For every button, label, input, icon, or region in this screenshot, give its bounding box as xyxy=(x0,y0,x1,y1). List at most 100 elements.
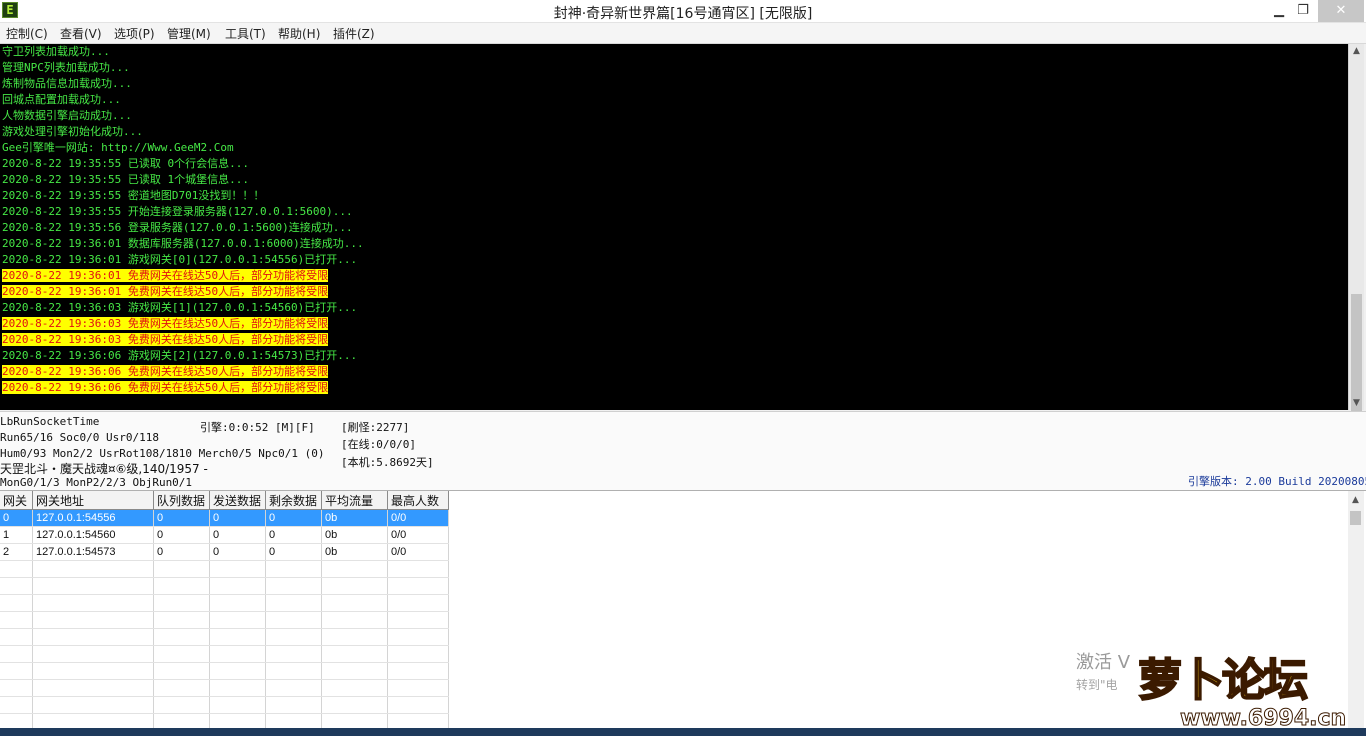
empty-cell xyxy=(153,577,210,595)
empty-cell xyxy=(209,628,266,646)
table-cell: 127.0.0.1:54556 xyxy=(32,509,154,527)
table-cell: 0b xyxy=(321,543,388,561)
log-warning-line: 2020-8-22 19:36:06 免费网关在线达50人后，部分功能将受限 xyxy=(0,364,1348,380)
empty-cell xyxy=(0,594,33,612)
empty-cell xyxy=(209,696,266,714)
empty-row xyxy=(0,594,449,612)
log-line: 游戏处理引擎初始化成功... xyxy=(0,124,1348,140)
empty-cell xyxy=(153,679,210,697)
empty-row xyxy=(0,611,449,629)
table-cell: 0 xyxy=(265,526,322,544)
empty-cell xyxy=(0,645,33,663)
log-line: 2020-8-22 19:35:56 登录服务器(127.0.0.1:5600)… xyxy=(0,220,1348,236)
empty-cell xyxy=(321,611,388,629)
table-cell: 0/0 xyxy=(387,509,449,527)
log-line: 2020-8-22 19:35:55 开始连接登录服务器(127.0.0.1:5… xyxy=(0,204,1348,220)
col-max-users[interactable]: 最高人数 xyxy=(387,491,449,510)
empty-cell xyxy=(387,577,449,595)
menu-plugins[interactable]: 插件(Z) xyxy=(333,25,375,42)
empty-cell xyxy=(0,679,33,697)
table-cell: 0b xyxy=(321,509,388,527)
col-sent[interactable]: 发送数据 xyxy=(209,491,266,510)
log-line: 2020-8-22 19:36:01 数据库服务器(127.0.0.1:6000… xyxy=(0,236,1348,252)
taskbar xyxy=(0,728,1366,736)
table-cell: 0 xyxy=(153,509,210,527)
empty-cell xyxy=(153,696,210,714)
online-count: [在线:0/0/0] xyxy=(341,438,416,451)
table-cell: 0 xyxy=(153,543,210,561)
title-bar: E 封神·奇异新世界篇[16号通宵区] [无限版] ▁ ❐ ✕ xyxy=(0,0,1366,23)
empty-cell xyxy=(321,577,388,595)
empty-cell xyxy=(153,560,210,578)
table-header: 网关 网关地址 队列数据 发送数据 剩余数据 平均流量 最高人数 xyxy=(0,491,449,510)
log-line: 2020-8-22 19:36:03 游戏网关[1](127.0.0.1:545… xyxy=(0,300,1348,316)
col-gateway[interactable]: 网关 xyxy=(0,491,33,510)
table-row[interactable]: 0 127.0.0.1:54556 0 0 0 0b 0/0 xyxy=(0,509,449,527)
empty-cell xyxy=(153,594,210,612)
log-warning-line: 2020-8-22 19:36:01 免费网关在线达50人后，部分功能将受限 xyxy=(0,284,1348,300)
log-text: 2020-8-22 19:36:03 游戏网关[1](127.0.0.1:545… xyxy=(2,301,358,314)
table-scroll-up-icon[interactable]: ▲ xyxy=(1348,493,1363,507)
empty-cell xyxy=(153,645,210,663)
empty-cell xyxy=(387,560,449,578)
log-text: Gee引擎唯一网站: http://Www.GeeM2.Com xyxy=(2,141,234,154)
col-avg-traffic[interactable]: 平均流量 xyxy=(321,491,388,510)
table-scroll-thumb[interactable] xyxy=(1350,511,1361,525)
empty-cell xyxy=(387,594,449,612)
log-line: 人物数据引擎启动成功... xyxy=(0,108,1348,124)
log-line: 2020-8-22 19:35:55 密道地图D701没找到！！！ xyxy=(0,188,1348,204)
table-cell: 127.0.0.1:54560 xyxy=(32,526,154,544)
menu-options[interactable]: 选项(P) xyxy=(114,25,155,42)
menu-help[interactable]: 帮助(H) xyxy=(278,25,320,42)
table-cell: 0b xyxy=(321,526,388,544)
menu-view[interactable]: 查看(V) xyxy=(60,25,102,42)
scroll-up-icon[interactable]: ▲ xyxy=(1349,44,1364,58)
log-line: 2020-8-22 19:35:55 已读取 1个城堡信息... xyxy=(0,172,1348,188)
log-text: 2020-8-22 19:36:01 数据库服务器(127.0.0.1:6000… xyxy=(2,237,364,250)
empty-cell xyxy=(387,696,449,714)
log-line: 管理NPC列表加载成功... xyxy=(0,60,1348,76)
col-queue[interactable]: 队列数据 xyxy=(153,491,210,510)
scroll-down-icon[interactable]: ▼ xyxy=(1349,396,1364,410)
log-text: 2020-8-22 19:35:56 登录服务器(127.0.0.1:5600)… xyxy=(2,221,353,234)
logo-title: 萝卜论坛 xyxy=(1137,654,1309,707)
log-warning-line: 2020-8-22 19:36:01 免费网关在线达50人后，部分功能将受限 xyxy=(0,268,1348,284)
log-text: 游戏处理引擎初始化成功... xyxy=(2,125,143,138)
log-text: 管理NPC列表加载成功... xyxy=(2,61,130,74)
log-scrollbar[interactable]: ▲ ▼ xyxy=(1348,44,1364,434)
empty-cell xyxy=(32,577,154,595)
log-warning-line: 2020-8-22 19:36:03 免费网关在线达50人后，部分功能将受限 xyxy=(0,332,1348,348)
log-console[interactable]: 守卫列表加载成功... 管理NPC列表加载成功... 炼制物品信息加载成功... 回城… xyxy=(0,44,1348,410)
log-line: 2020-8-22 19:35:55 已读取 0个行会信息... xyxy=(0,156,1348,172)
log-text: 2020-8-22 19:36:03 免费网关在线达50人后，部分功能将受限 xyxy=(2,333,329,346)
menu-manage[interactable]: 管理(M) xyxy=(167,25,211,42)
table-cell: 0 xyxy=(153,526,210,544)
monster-stats: MonG0/1/3 MonP2/2/3 ObjRun0/1 xyxy=(0,476,193,489)
empty-cell xyxy=(32,594,154,612)
close-button[interactable]: ✕ xyxy=(1318,0,1364,22)
col-address[interactable]: 网关地址 xyxy=(32,491,154,510)
engine-version: 引擎版本: 2.00 Build 20200805 xyxy=(1188,475,1366,488)
table-row[interactable]: 1 127.0.0.1:54560 0 0 0 0b 0/0 xyxy=(0,526,449,544)
status-panel: LbRunSocketTime Run65/16 Soc0/0 Usr0/118… xyxy=(0,411,1366,491)
gateway-table: 网关 网关地址 队列数据 发送数据 剩余数据 平均流量 最高人数 0 127.0.… xyxy=(0,491,449,731)
col-remaining[interactable]: 剩余数据 xyxy=(265,491,322,510)
menu-tools[interactable]: 工具(T) xyxy=(225,25,266,42)
empty-cell xyxy=(321,628,388,646)
empty-cell xyxy=(209,577,266,595)
menu-bar: 控制(C) 查看(V) 选项(P) 管理(M) 工具(T) 帮助(H) 插件(Z… xyxy=(0,23,1366,44)
table-cell: 0 xyxy=(209,526,266,544)
log-line: 守卫列表加载成功... xyxy=(0,44,1348,60)
table-row[interactable]: 2 127.0.0.1:54573 0 0 0 0b 0/0 xyxy=(0,543,449,561)
table-cell: 0 xyxy=(265,543,322,561)
log-text: 人物数据引擎启动成功... xyxy=(2,109,132,122)
run-stats: Run65/16 Soc0/0 Usr0/118 xyxy=(0,431,159,444)
empty-cell xyxy=(32,696,154,714)
table-cell: 0 xyxy=(265,509,322,527)
menu-control[interactable]: 控制(C) xyxy=(6,25,48,42)
empty-cell xyxy=(265,679,322,697)
empty-cell xyxy=(321,696,388,714)
empty-cell xyxy=(321,645,388,663)
log-text: 回城点配置加载成功... xyxy=(2,93,121,106)
empty-cell xyxy=(32,560,154,578)
